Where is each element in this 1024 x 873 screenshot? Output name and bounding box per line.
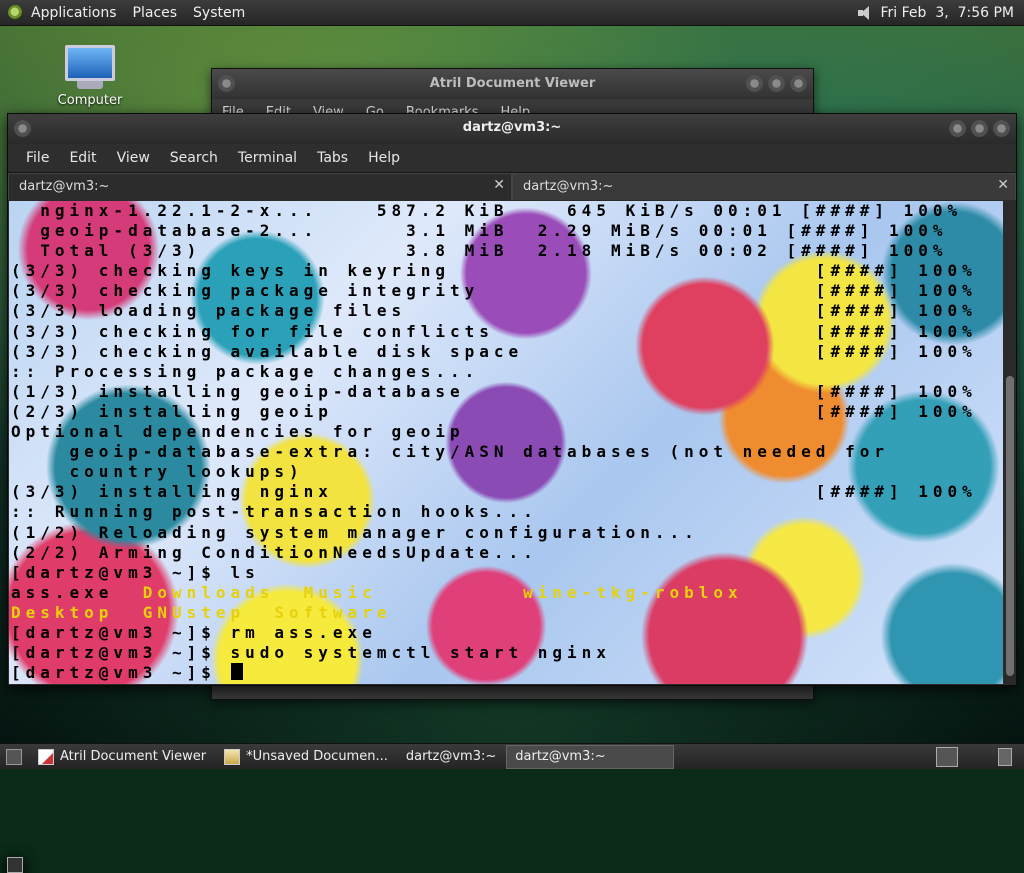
workspace-switcher[interactable] [936, 747, 958, 767]
top-panel: Applications Places System Fri Feb 3, 7:… [0, 0, 1024, 26]
terminal-line: (3/3) loading package files [####] 100% [11, 301, 977, 321]
terminal-tab-2[interactable]: dartz@vm3:~ ✕ [512, 173, 1016, 200]
atril-menu-button[interactable] [218, 75, 235, 92]
ls-file: ass.exe [11, 582, 114, 602]
tab-close-icon[interactable]: ✕ [493, 177, 505, 193]
terminal-menubar: File Edit View Search Terminal Tabs Help [8, 144, 1016, 172]
terminal-line: (3/3) checking package integrity [####] … [11, 281, 977, 301]
terminal-line: :: Running post-transaction hooks... [11, 502, 538, 522]
ls-output-row-2: Desktop GNUstep Software [11, 602, 392, 622]
terminal-line: geoip-database-2... 3.1 MiB 2.29 MiB/s 0… [11, 221, 948, 241]
terminal-line: nginx-1.22.1-2-x... 587.2 KiB 645 KiB/s … [11, 201, 963, 220]
ls-directories: Downloads Music wine-tkg-roblox [113, 582, 743, 602]
terminal-menu-button[interactable] [14, 120, 31, 137]
terminal-output-area[interactable]: nginx-1.22.1-2-x... 587.2 KiB 645 KiB/s … [9, 201, 1003, 684]
trash-icon[interactable] [998, 748, 1012, 766]
terminal-line: (1/2) Reloading system manager configura… [11, 522, 699, 542]
text-editor-icon [224, 748, 241, 765]
volume-icon[interactable] [857, 5, 873, 21]
terminal-close-button[interactable] [993, 120, 1010, 137]
terminal-line: [dartz@vm3 ~]$ sudo systemctl start ngin… [11, 643, 611, 663]
terminal-line: (3/3) checking keys in keyring [####] 10… [11, 261, 977, 281]
ls-output-row-1: ass.exe Downloads Music wine-tkg-roblox [11, 583, 977, 603]
atril-minimize-button[interactable] [746, 75, 763, 92]
terminal-line: (1/3) installing geoip-database [####] 1… [11, 381, 977, 401]
terminal-tabbar: dartz@vm3:~ ✕ dartz@vm3:~ ✕ [8, 172, 1016, 200]
menu-tabs[interactable]: Tabs [309, 150, 356, 166]
menu-terminal[interactable]: Terminal [230, 150, 305, 166]
taskbar-item-atril[interactable]: Atril Document Viewer [30, 746, 214, 768]
menu-file[interactable]: File [18, 150, 57, 166]
tab-label: dartz@vm3:~ [523, 179, 614, 194]
menu-edit[interactable]: Edit [61, 150, 104, 166]
terminal-scrollbar[interactable] [1004, 201, 1016, 684]
atril-maximize-button[interactable] [768, 75, 785, 92]
menu-view[interactable]: View [109, 150, 158, 166]
scrollbar-thumb[interactable] [1006, 376, 1014, 676]
text-cursor [230, 663, 243, 681]
taskbar-item-label: dartz@vm3:~ [515, 749, 606, 764]
prompt: [dartz@vm3 ~]$ [11, 663, 231, 683]
atril-title: Atril Document Viewer [212, 69, 813, 99]
terminal-line: (2/3) installing geoip [####] 100% [11, 401, 977, 421]
computer-icon-label: Computer [57, 93, 123, 108]
menu-search[interactable]: Search [162, 150, 226, 166]
system-menu[interactable]: System [185, 5, 253, 21]
applications-menu[interactable]: Applications [23, 5, 125, 21]
terminal-icon [7, 857, 23, 873]
terminal-line: [dartz@vm3 ~]$ rm ass.exe [11, 622, 377, 642]
terminal-line: Total (3/3) 3.8 MiB 2.18 MiB/s 00:02 [##… [11, 241, 948, 261]
atril-close-button[interactable] [790, 75, 807, 92]
clock[interactable]: Fri Feb 3, 7:56 PM [881, 5, 1015, 21]
taskbar-item-label: Atril Document Viewer [60, 749, 207, 764]
tab-label: dartz@vm3:~ [19, 179, 110, 194]
computer-icon [65, 45, 115, 81]
terminal-line: [dartz@vm3 ~]$ ls [11, 562, 260, 582]
taskbar-item-terminal-2[interactable]: dartz@vm3:~ [7, 744, 675, 873]
taskbar-item-editor[interactable]: *Unsaved Documen... [216, 746, 396, 768]
menu-help[interactable]: Help [360, 150, 408, 166]
terminal-prompt-line: [dartz@vm3 ~]$ [11, 663, 977, 683]
terminal-line: (3/3) checking for file conflicts [####]… [11, 321, 977, 341]
mate-logo-icon[interactable] [8, 5, 23, 20]
terminal-line: (3/3) checking available disk space [###… [11, 341, 977, 361]
document-icon [38, 748, 54, 765]
terminal-line: geoip-database-extra: city/ASN databases… [11, 442, 889, 462]
terminal-window[interactable]: dartz@vm3:~ File Edit View Search Termin… [7, 113, 1017, 686]
taskbar-item-terminal-1[interactable]: dartz@vm3:~ [7, 746, 504, 873]
terminal-line: country lookups) [11, 462, 304, 482]
tab-close-icon[interactable]: ✕ [997, 177, 1009, 193]
terminal-maximize-button[interactable] [971, 120, 988, 137]
taskbar-item-label: *Unsaved Documen... [246, 749, 388, 764]
terminal-title: dartz@vm3:~ [8, 114, 1016, 144]
taskbar-item-label: dartz@vm3:~ [405, 749, 497, 764]
terminal-tab-1[interactable]: dartz@vm3:~ ✕ [8, 173, 512, 200]
terminal-line: Optional dependencies for geoip [11, 422, 465, 442]
terminal-line: :: Processing package changes... [11, 361, 480, 381]
places-menu[interactable]: Places [125, 5, 186, 21]
show-desktop-icon[interactable] [6, 749, 22, 765]
computer-desktop-icon[interactable]: Computer [55, 45, 125, 108]
terminal-line: (3/3) installing nginx [####] 100% [11, 482, 977, 502]
terminal-line: (2/2) Arming ConditionNeedsUpdate... [11, 542, 538, 562]
bottom-panel: Atril Document Viewer *Unsaved Documen..… [0, 743, 1024, 873]
terminal-minimize-button[interactable] [949, 120, 966, 137]
